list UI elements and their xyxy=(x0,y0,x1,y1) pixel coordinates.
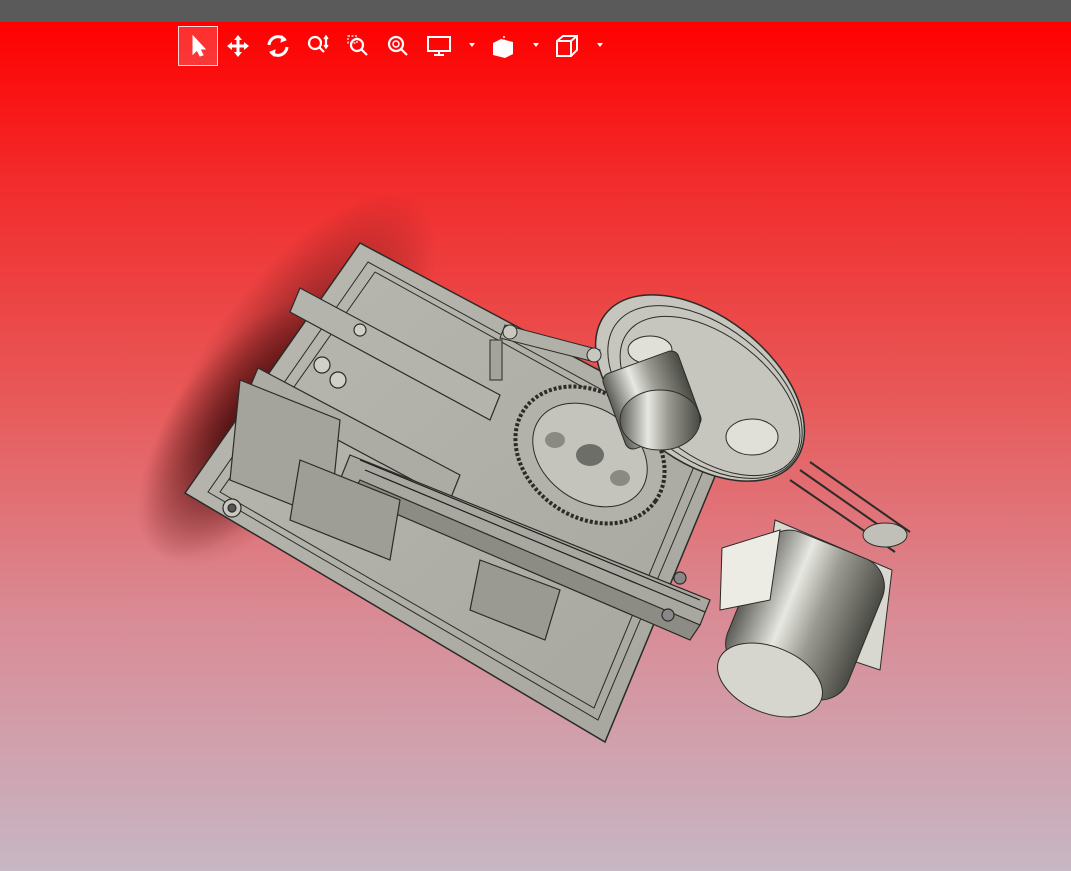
zoom-fit-icon xyxy=(387,35,408,56)
chevron-down-icon xyxy=(469,43,475,47)
rotate-icon xyxy=(267,34,289,58)
chevron-down-icon xyxy=(533,43,539,47)
select-arrow-icon xyxy=(192,34,207,57)
section-view-button[interactable] xyxy=(482,26,546,66)
zoom-window-button[interactable] xyxy=(338,26,378,66)
electric-motor xyxy=(717,519,908,718)
window-title-bar xyxy=(0,0,1071,22)
view-toolbar xyxy=(178,26,610,66)
3d-viewport[interactable] xyxy=(0,22,1071,871)
zoom-window-icon xyxy=(347,35,368,56)
cube-view-icon xyxy=(556,35,578,57)
chevron-down-icon xyxy=(597,43,603,47)
section-view-icon xyxy=(493,36,513,58)
select-button[interactable] xyxy=(178,26,218,66)
pan-button[interactable] xyxy=(218,26,258,66)
zoom-button[interactable] xyxy=(298,26,338,66)
pan-move-icon xyxy=(227,35,249,57)
view-orientation-button[interactable] xyxy=(546,26,610,66)
zoom-fit-button[interactable] xyxy=(378,26,418,66)
model-canvas[interactable] xyxy=(0,22,1071,871)
zoom-updown-icon xyxy=(307,34,329,53)
display-monitor-icon xyxy=(427,36,451,56)
display-button[interactable] xyxy=(418,26,482,66)
rotate-button[interactable] xyxy=(258,26,298,66)
